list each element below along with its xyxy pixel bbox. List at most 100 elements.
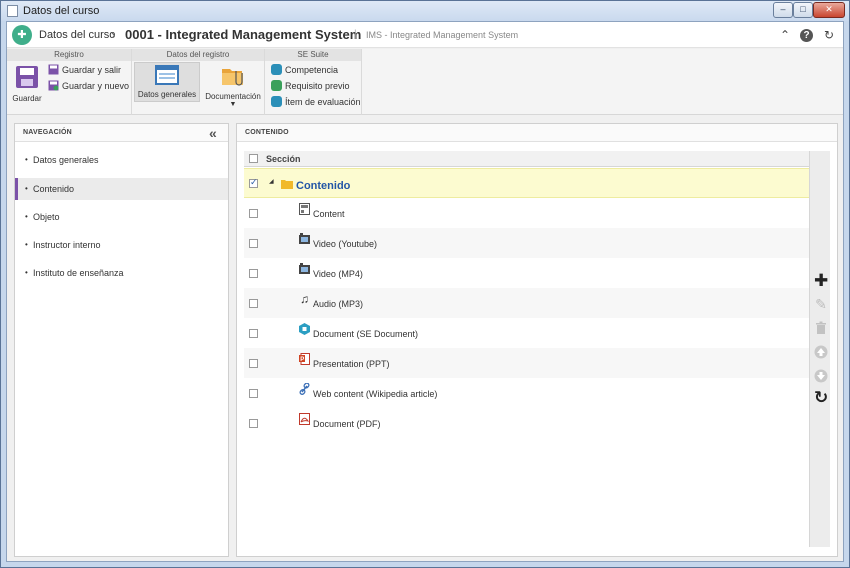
row-checkbox[interactable] <box>249 419 258 428</box>
music-note-icon: ♫ <box>300 292 309 306</box>
breadcrumb[interactable]: Datos del curso <box>39 29 115 41</box>
ribbon-group-title: SE Suite <box>265 49 361 61</box>
nav-item-instructor-interno[interactable]: • Instructor interno <box>15 234 228 256</box>
nav-bullet: • <box>25 240 28 249</box>
close-button[interactable]: ✕ <box>813 2 845 18</box>
tree-row[interactable]: Document (PDF) <box>244 408 809 438</box>
nav-item-instituto-ensenanza[interactable]: • Instituto de enseñanza <box>15 262 228 284</box>
tree-root-label: Contenido <box>296 180 351 192</box>
course-logo-icon: ✚ <box>12 25 32 45</box>
tree-row[interactable]: P Presentation (PPT) <box>244 348 809 378</box>
maximize-button[interactable]: □ <box>793 2 813 18</box>
page-title: 0001 - Integrated Management System <box>125 27 362 42</box>
collapse-panel-icon[interactable]: « <box>209 125 217 141</box>
pdf-icon <box>299 413 310 425</box>
window-title: Datos del curso <box>23 5 100 17</box>
row-checkbox[interactable] <box>249 359 258 368</box>
se-document-icon <box>299 323 310 335</box>
title-divider: | <box>354 29 357 40</box>
tree-row[interactable]: Video (Youtube) <box>244 228 809 258</box>
evaluation-item-button[interactable]: Ítem de evaluación <box>271 95 361 110</box>
nav-item-contenido[interactable]: • Contenido <box>15 178 228 200</box>
row-checkbox[interactable] <box>249 209 258 218</box>
tree-row-label: Document (SE Document) <box>313 329 419 339</box>
folder-attachment-icon <box>222 69 243 86</box>
competency-button[interactable]: Competencia <box>271 63 338 78</box>
tree-row-label: Content <box>313 209 345 219</box>
row-checkbox[interactable] <box>249 269 258 278</box>
nav-item-objeto[interactable]: • Objeto <box>15 206 228 228</box>
floppy-disk-icon <box>16 66 38 88</box>
navigation-panel: NAVEGACIÓN « • Datos generales • Contenido… <box>14 123 229 557</box>
page-subtitle: IMS - Integrated Management System <box>366 30 519 40</box>
form-window-icon <box>155 65 179 85</box>
application-window: Datos del curso – □ ✕ ✚ Datos del curso … <box>0 0 850 568</box>
nav-bullet: • <box>25 184 28 193</box>
move-down-icon[interactable] <box>814 369 828 383</box>
select-all-checkbox[interactable] <box>249 154 258 163</box>
save-and-new-label: Guardar y nuevo <box>62 81 130 91</box>
general-data-label: Datos generales <box>137 90 197 99</box>
save-and-new-button[interactable]: Guardar y nuevo <box>48 79 129 94</box>
tree-row-label: Document (PDF) <box>313 419 381 429</box>
tree-row[interactable]: Web content (Wikipedia article) <box>244 378 809 408</box>
expand-toggle-icon[interactable]: ◢ <box>269 178 274 185</box>
move-up-icon[interactable] <box>814 345 828 359</box>
tree-row[interactable]: Content <box>244 198 809 228</box>
nav-item-label: Objeto <box>33 212 60 222</box>
nav-bullet: • <box>25 155 28 164</box>
documentation-label: Documentación <box>205 92 261 101</box>
edit-pencil-icon[interactable]: ✎ <box>814 297 828 311</box>
ribbon-group-se-suite: SE Suite Competencia Requisito previo Ít… <box>265 49 362 115</box>
save-and-exit-button[interactable]: Guardar y salir <box>48 63 121 78</box>
row-checkbox[interactable] <box>249 177 258 188</box>
nav-item-label: Instituto de enseñanza <box>33 268 124 278</box>
tree-row[interactable]: ♫ Audio (MP3) <box>244 288 809 318</box>
window-app-icon <box>7 5 18 17</box>
content-panel: CONTENIDO Sección ◢ Contenido Content Vi… <box>236 123 838 557</box>
nav-item-label: Datos generales <box>33 155 99 165</box>
row-checkbox[interactable] <box>249 329 258 338</box>
save-and-exit-label: Guardar y salir <box>62 65 122 75</box>
ribbon-group-title: Datos del registro <box>132 49 264 61</box>
refresh-icon[interactable]: ↻ <box>821 27 837 43</box>
tree-row[interactable]: Document (SE Document) <box>244 318 809 348</box>
breadcrumb-separator: › <box>111 27 116 42</box>
prerequisite-button[interactable]: Requisito previo <box>271 79 350 94</box>
documentation-button[interactable]: Documentación ▼ <box>204 63 262 108</box>
ribbon-group-registro: Registro Guardar Guardar y salir Guardar… <box>7 49 132 115</box>
trash-icon[interactable] <box>814 321 828 335</box>
save-button-label: Guardar <box>12 94 42 103</box>
nav-item-datos-generales[interactable]: • Datos generales <box>15 149 228 171</box>
row-checkbox[interactable] <box>249 299 258 308</box>
tree-column-header: Sección <box>244 151 809 167</box>
row-checkbox[interactable] <box>249 239 258 248</box>
collapse-up-icon[interactable]: ⌃ <box>777 27 793 43</box>
nav-item-label: Contenido <box>33 184 75 194</box>
dropdown-arrow-icon[interactable]: ▼ <box>204 101 262 108</box>
help-icon[interactable]: ? <box>800 29 813 42</box>
svg-text:P: P <box>300 357 304 363</box>
save-exit-icon <box>48 64 59 75</box>
prerequisite-label: Requisito previo <box>285 81 350 91</box>
powerpoint-icon: P <box>299 353 310 365</box>
tree-row[interactable]: Video (MP4) <box>244 258 809 288</box>
section-column-label: Sección <box>266 154 301 164</box>
evaluation-item-icon <box>271 96 282 108</box>
link-icon <box>299 383 310 395</box>
tree-toolbar: ✚ ✎ ↻ <box>809 151 830 547</box>
nav-bullet: • <box>25 212 28 221</box>
competency-icon <box>271 64 282 76</box>
add-icon[interactable]: ✚ <box>814 272 828 289</box>
general-data-button[interactable]: Datos generales <box>134 62 200 102</box>
refresh-list-icon[interactable]: ↻ <box>814 389 828 406</box>
tree-row-root[interactable]: ◢ Contenido <box>244 168 809 198</box>
tree-row-label: Presentation (PPT) <box>313 359 390 369</box>
minimize-button[interactable]: – <box>773 2 793 18</box>
nav-item-label: Instructor interno <box>33 240 101 250</box>
video-icon <box>299 263 310 274</box>
save-button[interactable]: Guardar <box>10 63 44 103</box>
row-checkbox[interactable] <box>249 389 258 398</box>
video-icon <box>299 233 310 244</box>
competency-label: Competencia <box>285 65 339 75</box>
